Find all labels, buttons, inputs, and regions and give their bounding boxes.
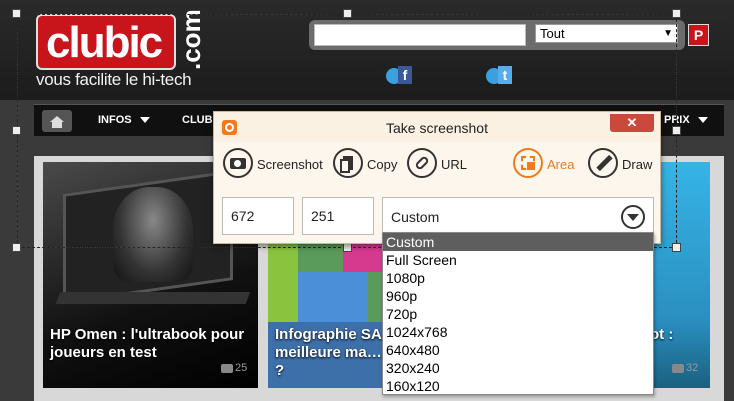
area-label: Area xyxy=(547,157,575,172)
comment-icon xyxy=(221,363,233,373)
width-input[interactable]: 672 xyxy=(222,197,294,235)
dropdown-option[interactable]: 1024x768 xyxy=(383,323,653,341)
pencil-icon xyxy=(588,148,618,178)
copy-icon xyxy=(333,148,363,178)
resize-handle-n[interactable] xyxy=(343,9,352,18)
comment-icon xyxy=(672,363,684,373)
dropdown-option[interactable]: 320x240 xyxy=(383,359,653,377)
link-icon xyxy=(407,148,437,178)
chevron-down-icon[interactable] xyxy=(621,205,645,229)
screenshot-label: Screenshot xyxy=(257,157,323,172)
comment-count-value: 32 xyxy=(686,362,699,374)
resize-handle-sw[interactable] xyxy=(12,243,21,252)
size-preset-select[interactable]: Custom xyxy=(382,197,654,235)
dropdown-option[interactable]: 720p xyxy=(383,305,653,323)
dropdown-option[interactable]: 960p xyxy=(383,287,653,305)
dropdown-option[interactable]: Custom xyxy=(383,233,653,251)
url-label: URL xyxy=(441,157,468,172)
height-input[interactable]: 251 xyxy=(302,197,374,235)
dropdown-option[interactable]: 1080p xyxy=(383,269,653,287)
resize-handle-w[interactable] xyxy=(12,126,21,135)
search-button[interactable]: P xyxy=(688,24,709,46)
resize-handle-e[interactable] xyxy=(672,126,681,135)
dialog-title: Take screenshot xyxy=(386,120,488,136)
copy-label: Copy xyxy=(367,157,398,172)
resize-handle-se[interactable] xyxy=(672,243,681,252)
resize-handle-ne[interactable] xyxy=(672,9,681,18)
camera-icon xyxy=(223,148,253,178)
dropdown-option[interactable]: Full Screen xyxy=(383,251,653,269)
close-button[interactable]: ✕ xyxy=(610,114,654,132)
size-preset-value: Custom xyxy=(391,209,440,225)
comment-count-value: 25 xyxy=(235,362,248,374)
resize-handle-nw[interactable] xyxy=(12,9,21,18)
dialog-title-bar[interactable]: Take screenshot ✕ xyxy=(214,112,660,142)
comment-count: 25 xyxy=(221,362,247,374)
dropdown-option[interactable]: 640x480 xyxy=(383,341,653,359)
article-title[interactable]: HP Omen : l'ultrabook pour joueurs en te… xyxy=(50,326,255,362)
draw-label: Draw xyxy=(622,157,653,172)
laptop-base-image xyxy=(55,292,251,304)
article-title[interactable]: ot : xyxy=(650,326,710,344)
resize-handle-s[interactable] xyxy=(343,243,352,252)
caret-down-icon xyxy=(697,117,708,124)
dropdown-option[interactable]: 160x120 xyxy=(383,377,653,395)
comment-count: 32 xyxy=(672,362,698,374)
size-preset-dropdown: Custom Full Screen 1080p 960p 720p 1024x… xyxy=(382,232,654,395)
take-screenshot-dialog: Take screenshot ✕ Screenshot Copy URL Ar… xyxy=(213,111,661,244)
area-select-icon xyxy=(513,148,543,178)
